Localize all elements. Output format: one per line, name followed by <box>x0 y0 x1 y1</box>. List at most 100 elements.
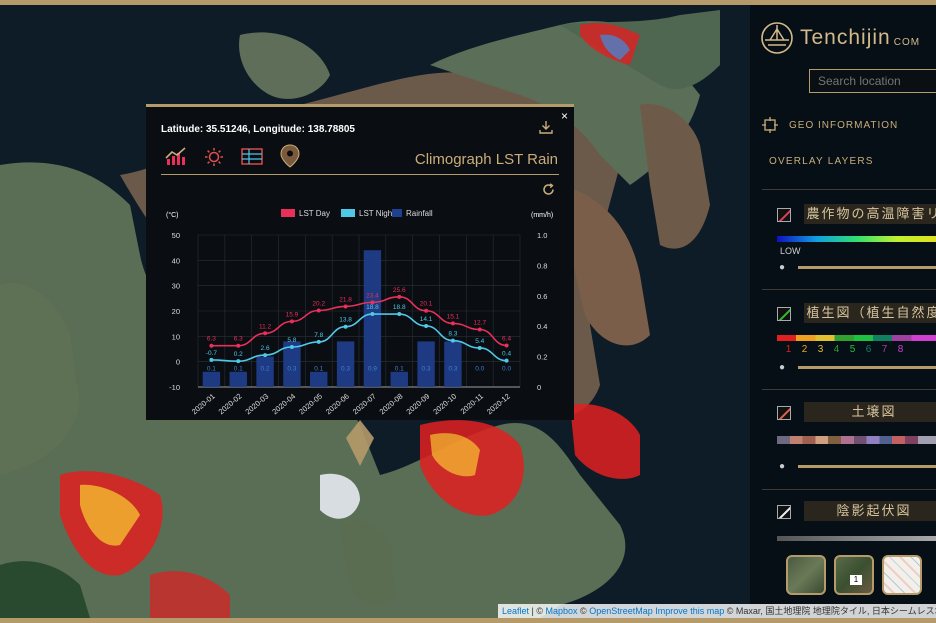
layer-toggle-checkbox[interactable] <box>777 406 791 420</box>
right-axis-label: (mm/h) <box>531 212 553 219</box>
rainfall-data-label: 0.9 <box>368 366 377 373</box>
legend-low-label: LOW <box>780 246 801 256</box>
layer-name[interactable]: 土壌図 <box>804 402 936 422</box>
right-tick-label: 0 <box>537 383 541 392</box>
opacity-icon: ● <box>779 461 786 472</box>
lst-day-data-label: 6.3 <box>207 336 216 343</box>
lst-night-point <box>289 344 294 349</box>
layer-toggle-checkbox[interactable] <box>777 307 791 321</box>
legend-number: 5 <box>849 344 856 355</box>
lst-night-data-label: 2.6 <box>261 345 270 352</box>
lst-night-data-label: 8.3 <box>448 331 457 338</box>
lst-night-point <box>424 323 429 328</box>
download-icon[interactable] <box>539 120 553 134</box>
mapbox-link[interactable]: Mapbox <box>546 606 578 616</box>
popup-title: Climograph LST Rain <box>414 151 558 168</box>
rainfall-data-label: 0.3 <box>341 366 350 373</box>
lst-night-point <box>504 358 509 363</box>
divider <box>762 189 936 190</box>
rainfall-data-label: 0.0 <box>502 366 511 373</box>
legend-label: LST Night <box>359 209 395 218</box>
right-tick-label: 0.6 <box>537 292 547 301</box>
lst-day-point <box>343 304 348 309</box>
right-tick-label: 0.4 <box>537 322 547 331</box>
geo-information-button[interactable]: GEO INFORMATION <box>762 117 898 133</box>
lst-day-point <box>236 343 241 348</box>
opacity-icon: ● <box>779 262 786 273</box>
climograph-popup: × Latitude: 35.51246, Longitude: 138.788… <box>146 104 574 420</box>
location-marker-icon[interactable] <box>346 420 374 468</box>
tab-location[interactable] <box>278 144 302 168</box>
overlay-layers-title: OVERLAY LAYERS <box>769 156 874 167</box>
x-tick-label: 2020-01 <box>190 392 217 417</box>
rainfall-data-label: 0.3 <box>448 366 457 373</box>
basemap-switcher: 1 <box>786 555 922 595</box>
brand-logo[interactable]: Tenchijin COM <box>760 21 920 55</box>
right-tick-label: 1.0 <box>537 231 547 240</box>
brand-suffix: COM <box>893 36 921 48</box>
left-tick-label: 30 <box>172 282 180 291</box>
attribution-text: | © <box>529 606 546 616</box>
opacity-slider[interactable] <box>798 465 936 468</box>
legend-label: Rainfall <box>406 209 433 218</box>
x-tick-label: 2020-11 <box>459 392 485 416</box>
left-tick-label: 20 <box>172 307 180 316</box>
layer-name[interactable]: 植生図（植生自然度 <box>804 303 936 323</box>
layer-name[interactable]: 陰影起伏図 <box>804 501 936 521</box>
opacity-slider[interactable] <box>798 366 936 369</box>
lst-day-point <box>316 308 321 313</box>
tab-climograph[interactable] <box>164 145 188 167</box>
legend-swatch <box>341 209 355 217</box>
rainfall-data-label: 0.3 <box>287 366 296 373</box>
improve-map-link[interactable]: Improve this map <box>655 606 724 616</box>
rainfall-data-label: 0.3 <box>422 366 431 373</box>
rainfall-bar <box>336 341 355 387</box>
lst-day-data-label: 15.1 <box>447 313 460 320</box>
tab-table[interactable] <box>240 145 264 167</box>
legend-number: 7 <box>881 344 888 355</box>
soil-legend-colors <box>777 436 936 444</box>
map-pin-icon <box>280 144 300 168</box>
hillshade-legend-gradient <box>777 536 936 541</box>
left-axis-label: (°C) <box>166 211 179 219</box>
x-tick-label: 2020-08 <box>378 392 405 417</box>
lst-night-data-label: 0.2 <box>234 351 243 358</box>
popup-coordinates: Latitude: 35.51246, Longitude: 138.78805 <box>161 124 355 135</box>
rainfall-data-label: 0.1 <box>314 366 323 373</box>
rainfall-data-label: 0.0 <box>475 366 484 373</box>
tenchijin-logo-icon <box>761 22 793 54</box>
opacity-slider[interactable] <box>798 266 936 269</box>
title-underline <box>161 174 559 175</box>
lst-night-point <box>316 339 321 344</box>
legend-number: 6 <box>865 344 872 355</box>
lst-night-data-label: 14.1 <box>420 316 433 323</box>
lst-day-data-label: 23.4 <box>366 292 379 299</box>
search-location-input[interactable] <box>809 69 936 93</box>
x-tick-label: 2020-05 <box>297 392 324 417</box>
leaflet-link[interactable]: Leaflet <box>502 606 529 616</box>
legend-number: 1 <box>785 344 792 355</box>
lst-night-data-label: 0.4 <box>502 351 511 358</box>
openstreetmap-link[interactable]: OpenStreetMap <box>589 606 653 616</box>
lst-day-point <box>289 319 294 324</box>
popup-tabs <box>164 144 302 168</box>
table-icon <box>241 148 263 165</box>
tab-sun[interactable] <box>202 145 226 167</box>
layer-toggle-checkbox[interactable] <box>777 505 791 519</box>
x-tick-label: 2020-12 <box>485 392 512 417</box>
basemap-street-thumb[interactable] <box>882 555 922 595</box>
x-tick-label: 2020-04 <box>270 392 297 417</box>
rainfall-bar <box>310 371 328 387</box>
legend-number: 8 <box>897 344 904 355</box>
left-tick-label: -10 <box>169 383 180 392</box>
basemap-terrain-thumb[interactable]: 1 <box>834 555 874 595</box>
close-icon[interactable]: × <box>561 109 568 123</box>
layer-toggle-checkbox[interactable] <box>777 208 791 222</box>
layer-name[interactable]: 農作物の高温障害リ <box>804 204 936 224</box>
rainfall-data-label: 0.1 <box>234 366 243 373</box>
x-tick-label: 2020-06 <box>324 392 351 417</box>
basemap-satellite-thumb[interactable] <box>786 555 826 595</box>
lst-night-data-label: 5.8 <box>287 337 296 344</box>
lst-day-data-label: 11.2 <box>259 323 272 330</box>
lst-day-data-label: 6.4 <box>502 335 511 342</box>
